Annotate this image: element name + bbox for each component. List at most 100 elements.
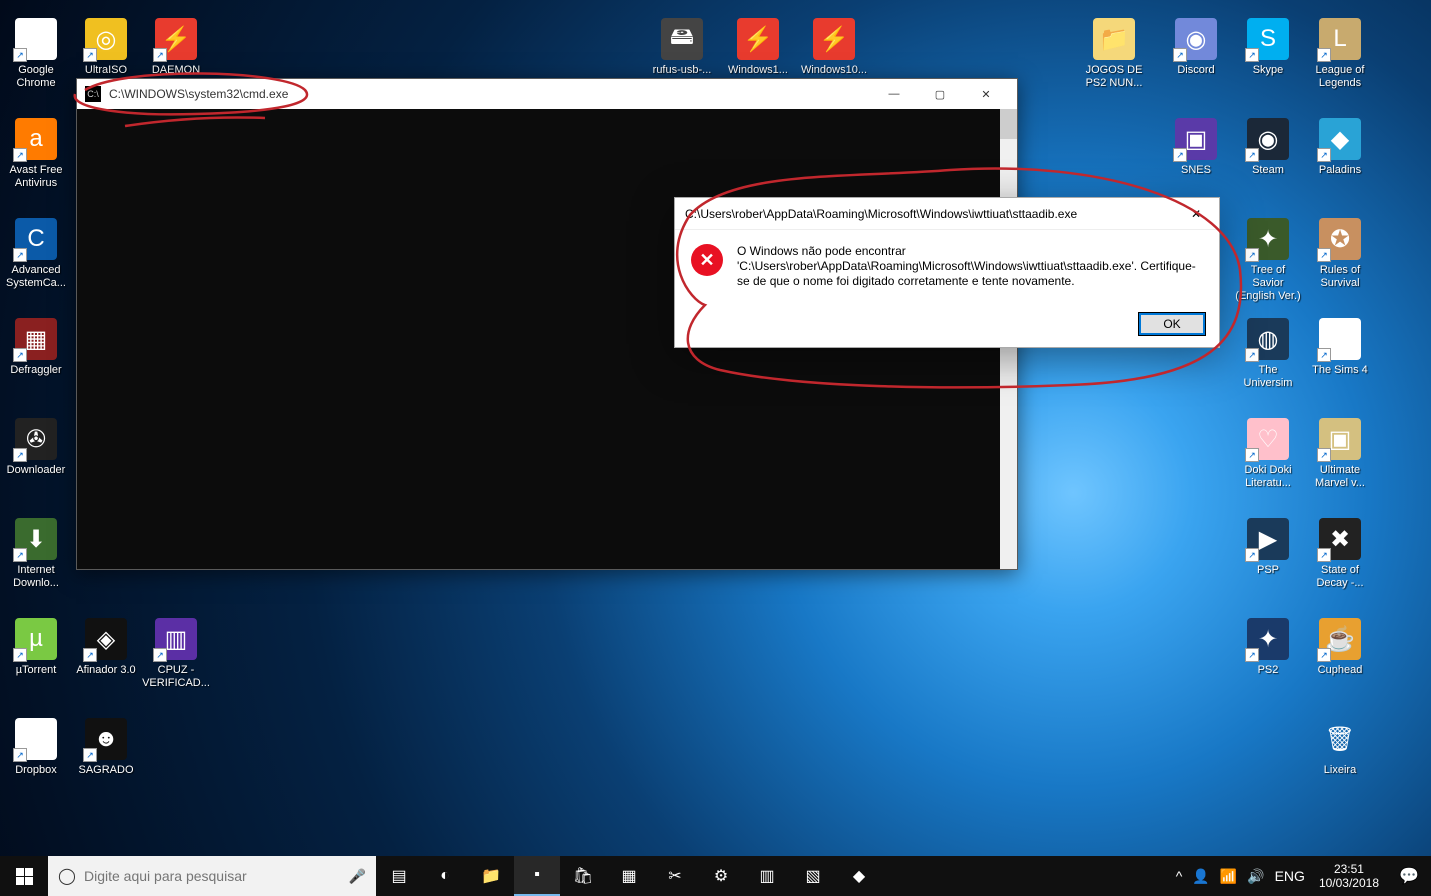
start-button[interactable] <box>0 856 48 896</box>
system-tray[interactable]: ^ 👤 📶 🔊 ENG <box>1170 856 1311 896</box>
desktop-icon[interactable]: ◆↗The Sims 4 <box>1306 318 1374 377</box>
shortcut-arrow-icon: ↗ <box>83 648 97 662</box>
desktop-icon[interactable]: 📁JOGOS DE PS2 NUN... <box>1080 18 1148 90</box>
shortcut-arrow-icon: ↗ <box>13 748 27 762</box>
desktop-icon[interactable]: ✖↗State of Decay -... <box>1306 518 1374 590</box>
taskbar-file-explorer[interactable]: 📁 <box>468 856 514 896</box>
shortcut-arrow-icon: ↗ <box>13 448 27 462</box>
shortcut-arrow-icon: ↗ <box>1245 48 1259 62</box>
taskbar-app-3[interactable]: ◆ <box>836 856 882 896</box>
icon-label: The Sims 4 <box>1306 364 1374 377</box>
desktop-icon[interactable]: ▣↗SNES <box>1162 118 1230 177</box>
desktop-icon[interactable]: ▣↗Ultimate Marvel v... <box>1306 418 1374 490</box>
desktop-icon[interactable]: ⬇↗Internet Downlo... <box>2 518 70 590</box>
icon-label: Internet Downlo... <box>2 564 70 590</box>
desktop-icon[interactable]: ✪↗Rules of Survival <box>1306 218 1374 290</box>
search-input[interactable] <box>84 868 349 884</box>
taskbar-app-2[interactable]: ▧ <box>790 856 836 896</box>
icon-label: SAGRADO <box>72 764 140 777</box>
desktop-icon[interactable]: a↗Avast Free Antivirus <box>2 118 70 190</box>
search-icon: ◯ <box>58 866 76 886</box>
cmd-close-button[interactable]: ✕ <box>963 79 1009 109</box>
cmd-icon: C:\ <box>85 86 101 102</box>
taskbar-search[interactable]: ◯ 🎤 <box>48 856 376 896</box>
desktop-icon[interactable]: C↗Advanced SystemCa... <box>2 218 70 290</box>
desktop-icon[interactable]: ⬚↗Dropbox <box>2 718 70 777</box>
icon-label: Cuphead <box>1306 664 1374 677</box>
desktop-icon[interactable]: ◍↗The Universim <box>1234 318 1302 390</box>
desktop-icon[interactable]: ◉↗Discord <box>1162 18 1230 77</box>
desktop-icon[interactable]: ▶↗PSP <box>1234 518 1302 577</box>
taskbar-calculator[interactable]: ▦ <box>606 856 652 896</box>
icon-label: Downloader <box>2 464 70 477</box>
error-icon: ✕ <box>691 244 723 276</box>
desktop-icon[interactable]: 🖴rufus-usb-... <box>648 18 716 77</box>
desktop-icon[interactable]: ☻↗SAGRADO <box>72 718 140 777</box>
icon-label: JOGOS DE PS2 NUN... <box>1080 64 1148 90</box>
desktop-icon[interactable]: 🗑Lixeira <box>1306 718 1374 777</box>
cmd-maximize-button[interactable]: ▢ <box>917 79 963 109</box>
taskbar-store[interactable]: 🛍 <box>560 856 606 896</box>
tray-volume-icon[interactable]: 🔊 <box>1247 868 1264 885</box>
desktop-icon[interactable]: ⚡↗DAEMON <box>142 18 210 77</box>
dialog-title: C:\Users\rober\AppData\Roaming\Microsoft… <box>685 207 1173 221</box>
icon-label: Afinador 3.0 <box>72 664 140 677</box>
icon-label: Doki Doki Literatu... <box>1234 464 1302 490</box>
desktop-icon[interactable]: ◐↗Google Chrome <box>2 18 70 90</box>
shortcut-arrow-icon: ↗ <box>1245 548 1259 562</box>
taskbar-app-1[interactable]: ▥ <box>744 856 790 896</box>
tray-network-icon[interactable]: 📶 <box>1220 868 1237 885</box>
dialog-ok-button[interactable]: OK <box>1139 313 1205 335</box>
desktop-icon[interactable]: ◆↗Paladins <box>1306 118 1374 177</box>
desktop-icon[interactable]: ☕↗Cuphead <box>1306 618 1374 677</box>
app-icon: ⚡ <box>737 18 779 60</box>
shortcut-arrow-icon: ↗ <box>1245 348 1259 362</box>
shortcut-arrow-icon: ↗ <box>1317 248 1331 262</box>
taskbar-settings[interactable]: ⚙ <box>698 856 744 896</box>
shortcut-arrow-icon: ↗ <box>1317 648 1331 662</box>
desktop-icon[interactable]: L↗League of Legends <box>1306 18 1374 90</box>
error-dialog[interactable]: C:\Users\rober\AppData\Roaming\Microsoft… <box>674 197 1220 348</box>
task-view-button[interactable]: ▤ <box>376 856 422 896</box>
icon-label: State of Decay -... <box>1306 564 1374 590</box>
icon-label: Dropbox <box>2 764 70 777</box>
cmd-minimize-button[interactable]: — <box>871 79 917 109</box>
desktop-icon[interactable]: ▥↗CPUZ - VERIFICAD... <box>142 618 210 690</box>
taskbar-cmd[interactable]: ▪ <box>514 856 560 896</box>
shortcut-arrow-icon: ↗ <box>153 48 167 62</box>
icon-label: Ultimate Marvel v... <box>1306 464 1374 490</box>
taskbar-chrome[interactable]: ◐ <box>422 856 468 896</box>
desktop-icon[interactable]: ◎↗UltraISO <box>72 18 140 77</box>
shortcut-arrow-icon: ↗ <box>1317 148 1331 162</box>
desktop-icon[interactable]: ♡↗Doki Doki Literatu... <box>1234 418 1302 490</box>
tray-people-icon[interactable]: 👤 <box>1192 868 1209 885</box>
desktop-icon[interactable]: ✇↗Downloader <box>2 418 70 477</box>
desktop-icon[interactable]: ⚡Windows10... <box>800 18 868 77</box>
desktop-icon[interactable]: µ↗µTorrent <box>2 618 70 677</box>
icon-label: Avast Free Antivirus <box>2 164 70 190</box>
desktop-icon[interactable]: ◈↗Afinador 3.0 <box>72 618 140 677</box>
taskbar-clock[interactable]: 23:51 10/03/2018 <box>1311 862 1387 890</box>
desktop-icon[interactable]: ◉↗Steam <box>1234 118 1302 177</box>
dialog-close-button[interactable]: ✕ <box>1173 198 1219 230</box>
desktop-icon[interactable]: ✦↗Tree of Savior (English Ver.) <box>1234 218 1302 303</box>
mic-icon[interactable]: 🎤 <box>349 868 366 885</box>
tray-language[interactable]: ENG <box>1275 868 1305 884</box>
tray-overflow-icon[interactable]: ^ <box>1176 868 1183 884</box>
desktop-icon[interactable]: ⚡Windows1... <box>724 18 792 77</box>
taskbar-snip[interactable]: ✂ <box>652 856 698 896</box>
icon-label: UltraISO <box>72 64 140 77</box>
shortcut-arrow-icon: ↗ <box>1245 648 1259 662</box>
desktop-icon[interactable]: ▦↗Defraggler <box>2 318 70 377</box>
icon-label: DAEMON <box>142 64 210 77</box>
shortcut-arrow-icon: ↗ <box>13 648 27 662</box>
cmd-scroll-thumb[interactable] <box>1000 109 1017 139</box>
notification-center-button[interactable]: 💬 <box>1387 856 1431 896</box>
desktop-icon[interactable]: S↗Skype <box>1234 18 1302 77</box>
dialog-titlebar[interactable]: C:\Users\rober\AppData\Roaming\Microsoft… <box>675 198 1219 230</box>
icon-label: Defraggler <box>2 364 70 377</box>
cmd-titlebar[interactable]: C:\ C:\WINDOWS\system32\cmd.exe — ▢ ✕ <box>77 79 1017 109</box>
icon-label: PS2 <box>1234 664 1302 677</box>
clock-time: 23:51 <box>1319 862 1379 876</box>
desktop-icon[interactable]: ✦↗PS2 <box>1234 618 1302 677</box>
